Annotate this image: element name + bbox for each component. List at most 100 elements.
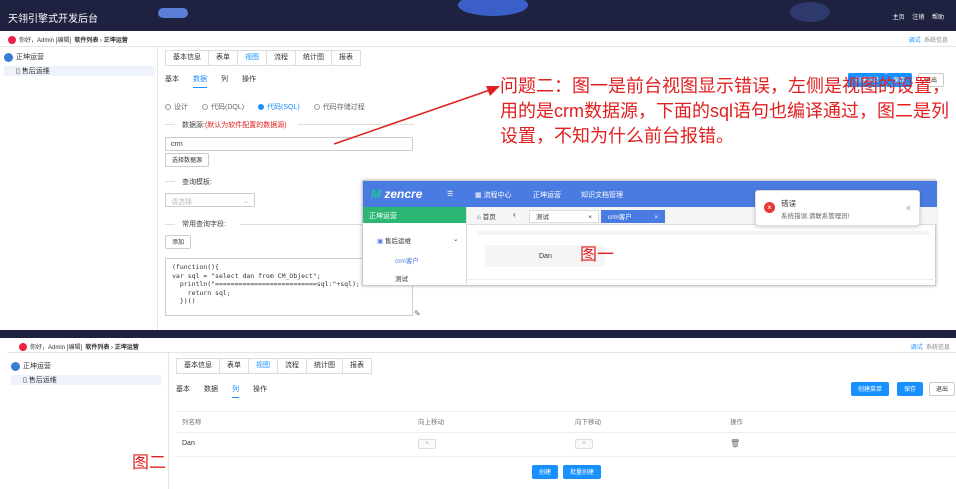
- frontend-tab-home[interactable]: ⌂ 首页: [477, 211, 496, 221]
- tab-stat[interactable]: 统计图: [295, 50, 332, 66]
- exit-button[interactable]: 退出: [929, 382, 956, 396]
- avatar: [8, 36, 16, 45]
- zencre-logo: M zencre: [371, 187, 423, 201]
- app-title: 天翎引擎式开发后台: [8, 14, 98, 25]
- sysinfo-link[interactable]: 系统信息: [924, 38, 948, 44]
- sub-header: 你好，Admin [编辑] 软件列表 › 正坤运营 调试 系统信息: [0, 31, 956, 47]
- breadcrumb-app[interactable]: 正坤运营: [104, 38, 128, 44]
- divider: [165, 124, 175, 125]
- top-bar: 天翎引擎式开发后台 主页 注销 帮助: [0, 0, 956, 31]
- edit-icon[interactable]: ✎: [414, 309, 421, 318]
- close-icon[interactable]: ×: [906, 203, 911, 213]
- frontend-tab-test[interactable]: 测试 ×: [529, 210, 599, 223]
- divider: [165, 181, 175, 182]
- tab-report[interactable]: 报表: [331, 50, 361, 66]
- batch-create-button[interactable]: 批量创建: [563, 465, 602, 479]
- sub-tabs: 基本 数据 列 操作: [165, 74, 270, 88]
- sidebar: 正坤运营 ▯ 售后运维: [0, 47, 158, 330]
- grid-header: [477, 231, 929, 235]
- sub-header-2: 你好，Admin [编辑] 软件列表 › 正坤运营 调试 系统信息: [7, 338, 956, 353]
- column-row-name: Dan: [182, 440, 195, 447]
- error-icon: ×: [764, 202, 775, 213]
- subtab-column[interactable]: 列: [221, 76, 228, 83]
- nav-knowledge[interactable]: 知识文档管理: [581, 190, 623, 200]
- radio-sql[interactable]: 代码(SQL): [258, 104, 300, 111]
- nav-flow-center[interactable]: ▦ 流程中心: [475, 190, 512, 200]
- query-template-label: 查询模板:: [182, 179, 212, 186]
- subtab-basic[interactable]: 基本: [176, 386, 190, 393]
- logout-link[interactable]: 注销: [912, 15, 924, 21]
- frontend-sidebar: 正坤运营 ▣ 售后运维 ⌄ crm客户 测试: [363, 207, 467, 287]
- breadcrumb-software-list[interactable]: 软件列表: [85, 345, 109, 351]
- tab-view[interactable]: 视图: [237, 50, 267, 66]
- tab-form[interactable]: 表单: [219, 358, 249, 374]
- dark-strip: [0, 330, 956, 338]
- home-icon: [11, 361, 20, 371]
- home-link[interactable]: 主页: [893, 15, 905, 21]
- subtab-column[interactable]: 列: [232, 386, 239, 398]
- choose-datasource-button[interactable]: 选择数据源: [165, 153, 210, 167]
- chevron-down-icon: ⌄: [243, 198, 249, 205]
- divider: [176, 456, 956, 457]
- add-field-button[interactable]: 添加: [165, 235, 192, 249]
- radio-design[interactable]: 设计: [165, 104, 188, 111]
- col-header-name: 列名称: [182, 419, 202, 426]
- help-link[interactable]: 帮助: [932, 15, 944, 21]
- tab-view[interactable]: 视图: [248, 358, 278, 374]
- tab-form[interactable]: 表单: [208, 50, 238, 66]
- debug-link[interactable]: 调试: [911, 345, 923, 351]
- subtab-basic[interactable]: 基本: [165, 76, 179, 83]
- breadcrumb-software-list[interactable]: 软件列表: [74, 38, 98, 44]
- col-header-up: 向上移动: [418, 419, 444, 426]
- sysinfo-link[interactable]: 系统信息: [926, 345, 950, 351]
- create-menu-button[interactable]: 创建菜单: [851, 382, 890, 396]
- main-tabs: 基本信息 表单 视图 流程 统计图 报表: [165, 50, 361, 66]
- move-up-button[interactable]: ˄: [418, 439, 436, 449]
- figure-1-label: 图一: [580, 245, 614, 264]
- sidebar-item-root[interactable]: 正坤运营: [4, 52, 44, 62]
- move-down-button[interactable]: ˅: [575, 439, 593, 449]
- sidebar-item-after-sales[interactable]: ▯ 售后运维: [4, 66, 154, 76]
- main-tabs-2: 基本信息 表单 视图 流程 统计图 报表: [176, 358, 372, 374]
- query-template-select[interactable]: 请选择 ⌄: [165, 193, 255, 207]
- grid-cell: Dan: [539, 253, 552, 260]
- tab-flow[interactable]: 流程: [277, 358, 307, 374]
- decoration-planet: [790, 2, 830, 22]
- frontend-item-test[interactable]: 测试: [395, 273, 408, 283]
- radio-dql[interactable]: 代码(DQL): [202, 104, 244, 111]
- frontend-item-crm[interactable]: crm客户: [395, 255, 419, 265]
- nav-zhengkun[interactable]: 正坤运营: [533, 190, 561, 200]
- common-fields-label: 常用查询字段:: [182, 221, 226, 228]
- subtab-action[interactable]: 操作: [242, 76, 256, 83]
- frontend-sidebar-header: 正坤运营: [363, 207, 466, 223]
- create-column-button[interactable]: 创建: [532, 465, 559, 479]
- breadcrumb-app[interactable]: 正坤运营: [115, 345, 139, 351]
- col-header-action: 操作: [730, 419, 743, 426]
- frontend-tab-crm[interactable]: crm客户 ×: [601, 210, 665, 223]
- sidebar-item-root[interactable]: 正坤运营: [11, 361, 51, 371]
- avatar: [19, 343, 27, 352]
- sub-tabs-2: 基本 数据 列 操作: [176, 384, 281, 398]
- save-button[interactable]: 保存: [897, 382, 924, 396]
- tab-basic-info[interactable]: 基本信息: [165, 50, 209, 66]
- delete-icon[interactable]: 🗑: [730, 439, 740, 448]
- subtab-data[interactable]: 数据: [204, 386, 218, 393]
- sidebar-item-after-sales[interactable]: ▯ 售后运维: [11, 375, 161, 385]
- subtab-action[interactable]: 操作: [253, 386, 267, 393]
- datasource-label: 数据源:(默认为软件配置的数据源): [182, 122, 287, 129]
- chevron-left-icon[interactable]: ‹: [513, 210, 516, 219]
- tab-basic-info[interactable]: 基本信息: [176, 358, 220, 374]
- greeting[interactable]: 你好，Admin [编辑]: [19, 38, 71, 44]
- tab-report[interactable]: 报表: [342, 358, 372, 374]
- divider: [165, 224, 175, 225]
- error-toast: × 错误 系统错误,请联系管理员! ×: [755, 190, 920, 226]
- tab-flow[interactable]: 流程: [266, 50, 296, 66]
- tab-stat[interactable]: 统计图: [306, 358, 343, 374]
- menu-icon[interactable]: ☰: [447, 190, 453, 198]
- divider: [176, 411, 956, 412]
- subtab-data[interactable]: 数据: [193, 76, 207, 88]
- decoration-planet: [458, 0, 528, 16]
- debug-link[interactable]: 调试: [909, 38, 921, 44]
- frontend-group-after-sales[interactable]: ▣ 售后运维 ⌄: [377, 235, 458, 245]
- greeting[interactable]: 你好，Admin [编辑]: [30, 345, 82, 351]
